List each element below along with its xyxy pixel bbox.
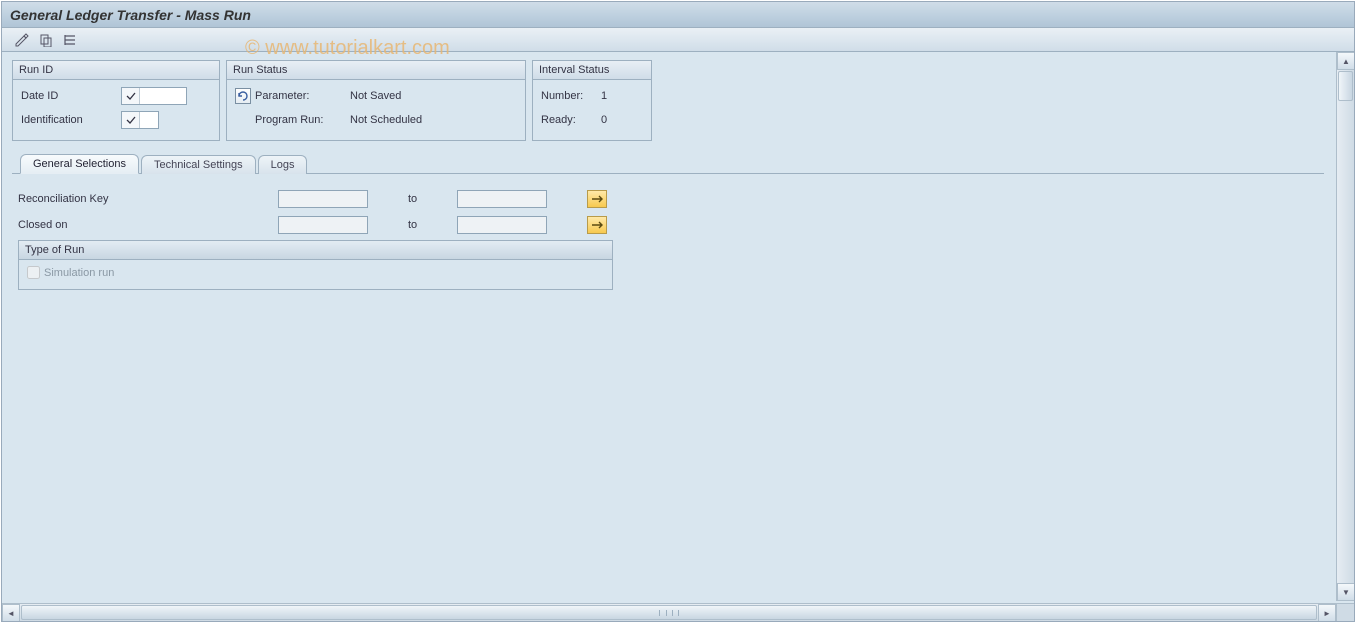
simulation-run-label: Simulation run xyxy=(44,267,114,279)
scroll-corner xyxy=(1336,603,1354,621)
run-id-header: Run ID xyxy=(13,61,219,80)
identification-input[interactable] xyxy=(140,112,156,128)
scroll-down-button[interactable]: ▼ xyxy=(1337,583,1354,601)
program-run-label: Program Run: xyxy=(255,114,350,126)
closed-on-multi-select-button[interactable] xyxy=(587,216,607,234)
simulation-run-checkbox-wrap: Simulation run xyxy=(27,266,604,279)
reconciliation-to-label: to xyxy=(408,193,417,205)
hscroll-track[interactable] xyxy=(20,604,1318,621)
scroll-up-button[interactable]: ▲ xyxy=(1337,52,1354,70)
hscroll-thumb[interactable] xyxy=(21,605,1317,620)
reconciliation-multi-select-button[interactable] xyxy=(587,190,607,208)
identification-label: Identification xyxy=(21,114,121,126)
closed-on-label: Closed on xyxy=(18,219,278,231)
ready-label: Ready: xyxy=(541,114,601,126)
top-panels: Run ID Date ID Identif xyxy=(12,60,1324,141)
horizontal-scrollbar[interactable]: ◄ ► xyxy=(2,603,1354,621)
status-refresh-icon[interactable] xyxy=(235,88,251,104)
toolbar xyxy=(2,28,1354,52)
copy-icon[interactable] xyxy=(38,32,54,48)
app-frame: General Ledger Transfer - Mass Run © www… xyxy=(1,1,1355,622)
run-id-panel: Run ID Date ID Identif xyxy=(12,60,220,141)
vscroll-thumb[interactable] xyxy=(1338,71,1353,101)
date-id-field[interactable] xyxy=(121,87,187,105)
type-of-run-panel: Type of Run Simulation run xyxy=(18,240,613,290)
tab-strip: General Selections Technical Settings Lo… xyxy=(20,153,1324,173)
identification-field[interactable] xyxy=(121,111,159,129)
page-title: General Ledger Transfer - Mass Run xyxy=(10,7,251,23)
identification-dropdown-icon[interactable] xyxy=(122,112,140,128)
titlebar: General Ledger Transfer - Mass Run xyxy=(2,2,1354,28)
parameter-value: Not Saved xyxy=(350,90,401,102)
simulation-run-checkbox xyxy=(27,266,40,279)
reconciliation-key-label: Reconciliation Key xyxy=(18,193,278,205)
pencil-selection-icon[interactable] xyxy=(14,32,30,48)
expand-icon[interactable] xyxy=(62,32,78,48)
date-id-input[interactable] xyxy=(140,88,186,104)
vertical-scrollbar[interactable]: ▲ ▼ xyxy=(1336,52,1354,601)
vscroll-track[interactable] xyxy=(1337,70,1354,583)
content-area: Run ID Date ID Identif xyxy=(2,52,1354,621)
run-status-panel: Run Status Parameter: Not Saved Program … xyxy=(226,60,526,141)
tab-general-selections[interactable]: General Selections xyxy=(20,154,139,174)
number-value: 1 xyxy=(601,90,607,102)
parameter-label: Parameter: xyxy=(255,90,350,102)
reconciliation-key-from-input[interactable] xyxy=(278,190,368,208)
interval-status-panel: Interval Status Number: 1 Ready: 0 xyxy=(532,60,652,141)
tab-logs[interactable]: Logs xyxy=(258,155,308,174)
closed-on-from-input[interactable] xyxy=(278,216,368,234)
type-of-run-header: Type of Run xyxy=(19,241,612,260)
tab-technical-settings[interactable]: Technical Settings xyxy=(141,155,256,174)
reconciliation-key-to-input[interactable] xyxy=(457,190,547,208)
hscroll-grip-icon xyxy=(659,610,679,616)
closed-on-to-label: to xyxy=(408,219,417,231)
scroll-left-button[interactable]: ◄ xyxy=(2,604,20,621)
number-label: Number: xyxy=(541,90,601,102)
tab-content: Reconciliation Key to Closed on to xyxy=(12,174,1324,304)
scroll-right-button[interactable]: ► xyxy=(1318,604,1336,621)
interval-status-header: Interval Status xyxy=(533,61,651,80)
program-run-value: Not Scheduled xyxy=(350,114,422,126)
date-id-dropdown-icon[interactable] xyxy=(122,88,140,104)
content-inner: Run ID Date ID Identif xyxy=(2,52,1334,601)
run-status-header: Run Status xyxy=(227,61,525,80)
closed-on-to-input[interactable] xyxy=(457,216,547,234)
date-id-label: Date ID xyxy=(21,90,121,102)
ready-value: 0 xyxy=(601,114,607,126)
